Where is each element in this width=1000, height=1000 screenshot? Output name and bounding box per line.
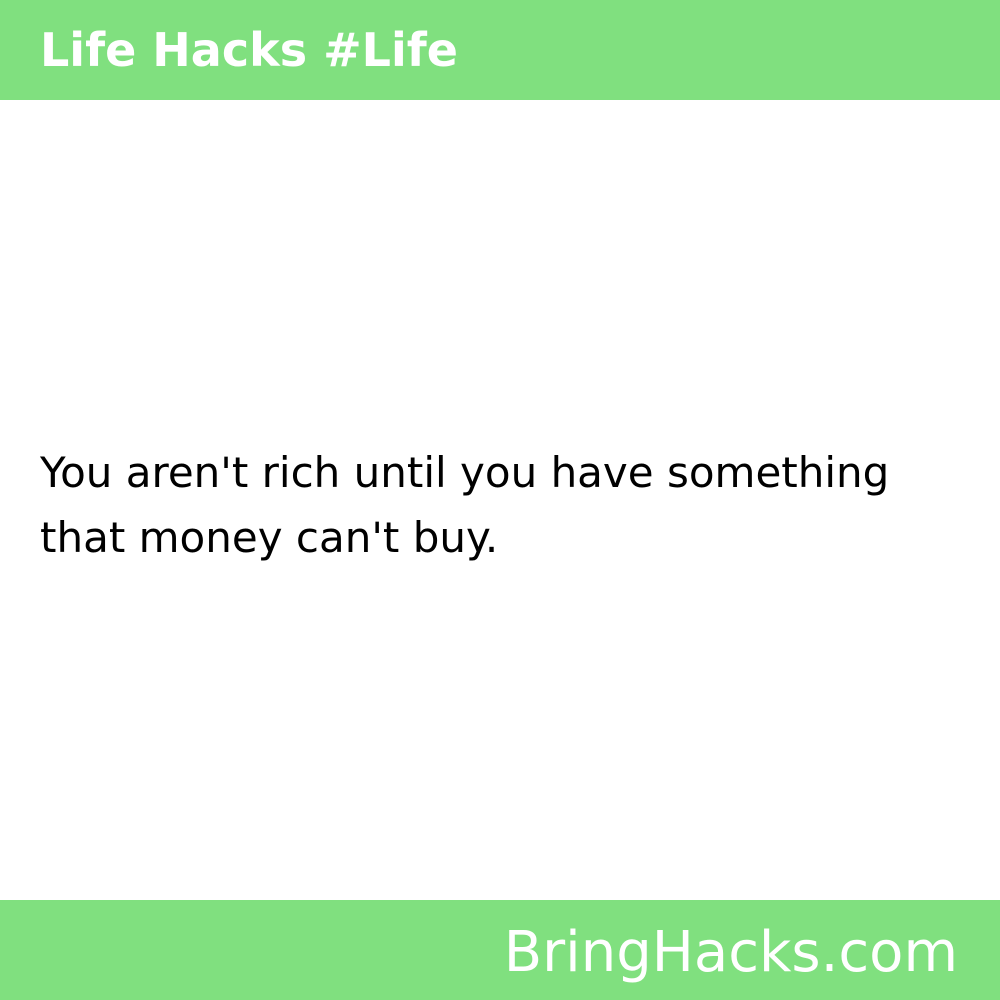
quote-line-1: You aren't rich until you have something xyxy=(40,448,890,497)
quote-line-2: that money can't buy. xyxy=(40,513,499,562)
footer-bar: BringHacks.com xyxy=(0,900,1000,1000)
footer-site-name: BringHacks.com xyxy=(503,920,958,985)
quote-text: You aren't rich until you have something… xyxy=(40,440,970,570)
header-title: Life Hacks #Life xyxy=(40,23,458,77)
life-hack-card: Life Hacks #Life You aren't rich until y… xyxy=(0,0,1000,1000)
header-bar: Life Hacks #Life xyxy=(0,0,1000,100)
